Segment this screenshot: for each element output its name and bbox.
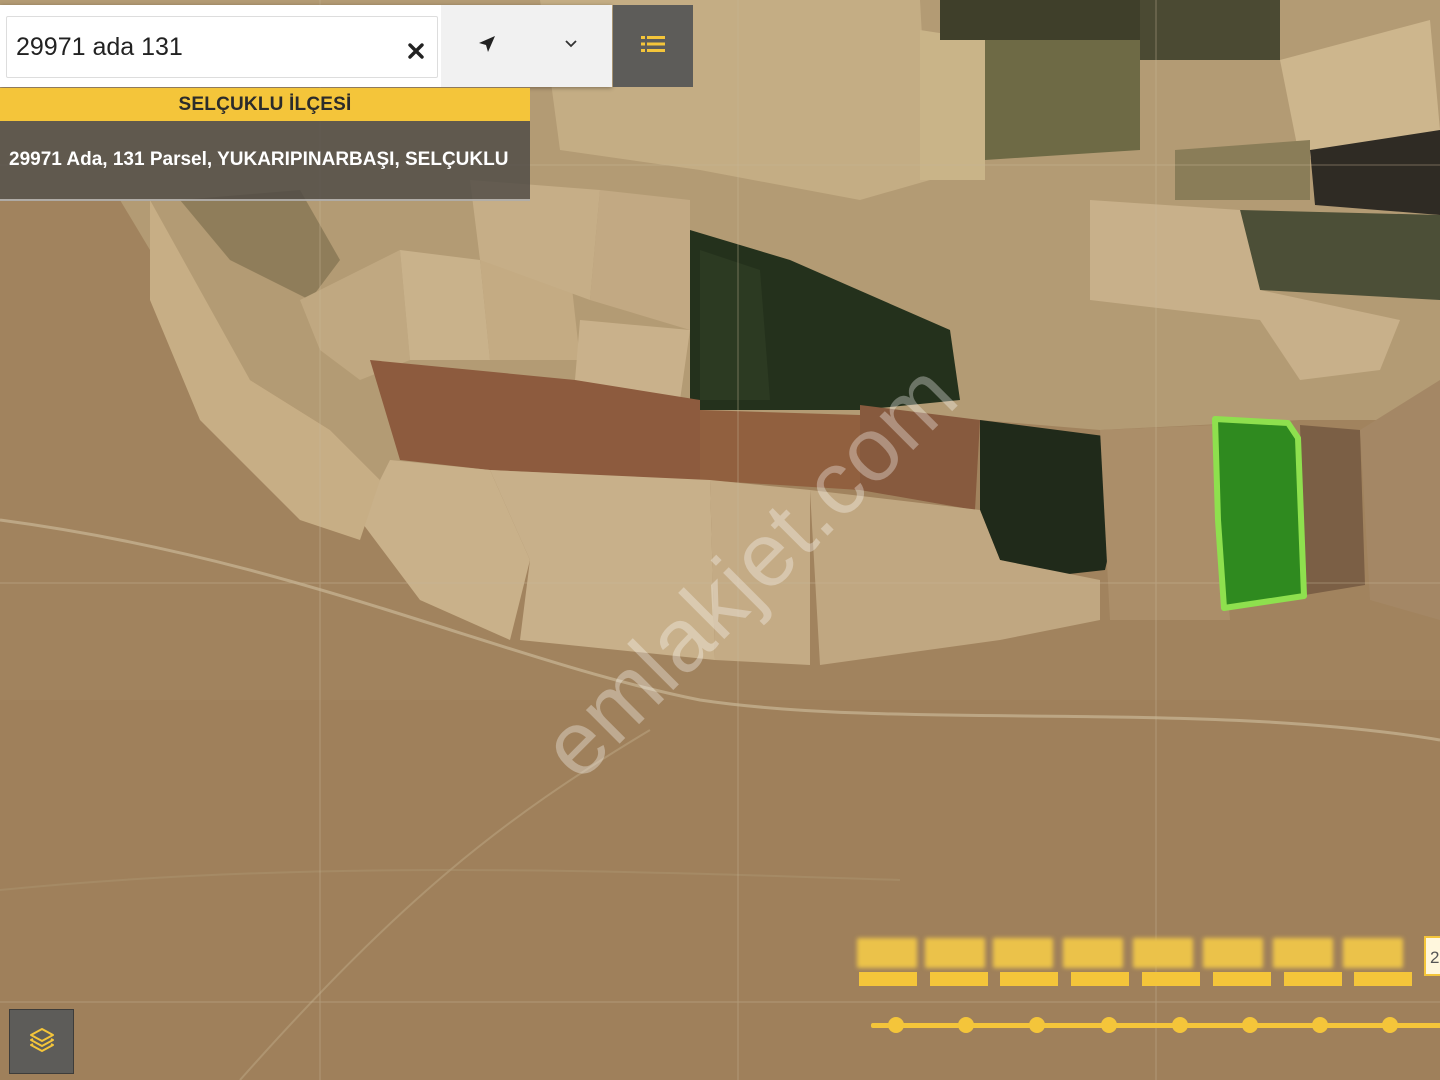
menu-button[interactable] [613,5,693,87]
timeline-dot[interactable] [888,1017,904,1033]
location-arrow-icon [477,34,497,59]
layers-button[interactable] [9,1009,74,1074]
timeline-year-chip[interactable] [1133,938,1193,968]
timeline-year-bar [1000,972,1058,986]
search-bar [0,5,612,87]
timeline-year-bar [1071,972,1129,986]
search-options-dropdown[interactable] [551,26,591,66]
district-header: SELÇUKLU İLÇESİ [0,88,530,121]
parcel-result-item[interactable]: 29971 Ada, 131 Parsel, YUKARIPINARBAŞI, … [0,121,530,201]
timeline-year-bar [859,972,917,986]
locate-button[interactable] [467,26,507,66]
timeline-year-chip[interactable] [857,938,917,968]
timeline-year-bar [1354,972,1412,986]
timeline-year-chip[interactable] [1203,938,1263,968]
search-input[interactable] [6,16,438,78]
close-icon [408,42,424,64]
timeline-year-bar [1142,972,1200,986]
timeline-year-chip-partial[interactable]: 2 [1424,936,1440,976]
clear-search-button[interactable] [398,35,434,71]
timeline-dot[interactable] [1312,1017,1328,1033]
chevron-down-icon [563,37,579,55]
layers-icon [28,1025,56,1058]
timeline-year-chip[interactable] [1273,938,1333,968]
timeline-dot[interactable] [1029,1017,1045,1033]
timeline-year-chip[interactable] [1063,938,1123,968]
timeline-year-bar [930,972,988,986]
timeline-year-chip[interactable] [993,938,1053,968]
selected-parcel[interactable] [1212,416,1307,611]
timeline-dot[interactable] [1382,1017,1398,1033]
timeline-year-bar [1284,972,1342,986]
timeline-year-chip[interactable] [925,938,985,968]
timeline-dot[interactable] [1101,1017,1117,1033]
timeline-track [871,1023,1440,1028]
list-icon [641,35,665,58]
timeline-dot[interactable] [958,1017,974,1033]
timeline-year-chip[interactable] [1343,938,1403,968]
search-actions [441,5,612,87]
timeline-dot[interactable] [1242,1017,1258,1033]
timeline-year-bar [1213,972,1271,986]
imagery-timeline: 2 [855,932,1440,1042]
timeline-dot[interactable] [1172,1017,1188,1033]
